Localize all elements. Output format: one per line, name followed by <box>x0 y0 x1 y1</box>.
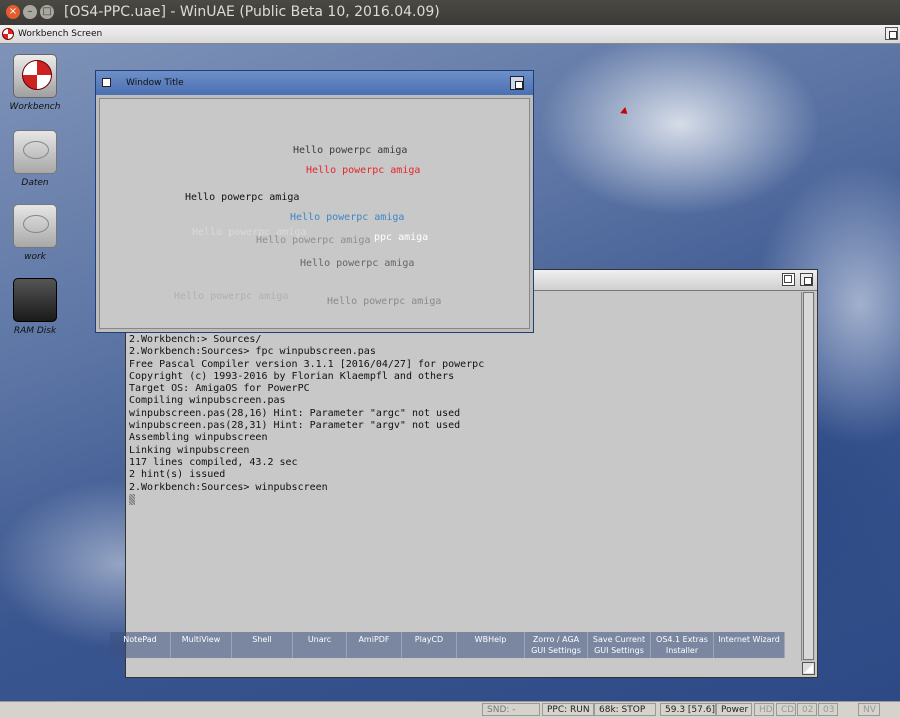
console-line: 2 hint(s) issued <box>129 469 226 481</box>
hello-text: Hello powerpc amiga <box>290 212 405 223</box>
vertical-scrollbar[interactable] <box>801 292 815 661</box>
hello-text: Hello powerpc amiga <box>306 165 421 176</box>
harddisk-icon <box>13 130 57 174</box>
dock-item-playcd[interactable]: PlayCD <box>402 632 457 658</box>
desktop-icon-label: Workbench <box>9 102 61 112</box>
console-line: Assembling winpubscreen <box>129 432 268 444</box>
desktop-icon-daten[interactable]: Daten <box>0 130 70 188</box>
pubscreen-window[interactable]: Window Title Hello powerpc amiga Hello p… <box>95 70 534 333</box>
text-cursor <box>129 493 135 505</box>
dock-item-unarc[interactable]: Unarc <box>293 632 347 658</box>
console-line: Compiling winpubscreen.pas <box>129 395 286 407</box>
console-line: 2.Workbench:> Sources/ <box>129 334 262 345</box>
hello-text: Hello powerpc amiga <box>256 235 371 246</box>
dock-item-internet-wizard[interactable]: Internet Wizard <box>714 632 785 658</box>
workbench-ball-icon <box>13 54 57 98</box>
nv-led: NV <box>858 703 880 716</box>
resize-gadget-icon[interactable] <box>802 662 815 675</box>
console-line: Copyright (c) 1993-2016 by Florian Klaem… <box>129 370 455 382</box>
dock-item-save-gui-settings[interactable]: Save Current GUI Settings <box>588 632 651 658</box>
hello-text: Hello powerpc amiga <box>327 296 442 307</box>
zoom-gadget-icon[interactable] <box>782 273 795 286</box>
desktop-icon-label: Daten <box>21 178 49 188</box>
hello-text: Hello powerpc amiga <box>174 291 289 302</box>
drive-02-led: 02 <box>797 703 817 716</box>
workbench-desktop: Workbench Daten work RAM Disk 2.Workbenc… <box>0 44 900 701</box>
depth-gadget-icon[interactable] <box>510 76 524 90</box>
console-line: 117 lines compiled, 43.2 sec <box>129 456 298 468</box>
depth-gadget-icon[interactable] <box>800 273 813 286</box>
desktop-icon-workbench[interactable]: Workbench <box>0 54 70 112</box>
desktop-icon-label: work <box>24 252 46 262</box>
console-line: 2.Workbench:Sources> winpubscreen <box>129 481 328 493</box>
close-gadget-icon[interactable] <box>102 78 111 87</box>
console-line: winpubscreen.pas(28,16) Hint: Parameter … <box>129 407 461 419</box>
mouse-pointer-icon <box>620 107 630 117</box>
hd-led: HD <box>754 703 774 716</box>
hello-text: Hello powerpc amiga <box>293 145 408 156</box>
workbench-screen-bar[interactable]: Workbench Screen <box>0 25 900 44</box>
host-titlebar: × – □ [OS4-PPC.uae] - WinUAE (Public Bet… <box>0 0 900 25</box>
maximize-window-icon[interactable]: □ <box>40 5 54 19</box>
shell-console[interactable]: 2.Workbench:> Sources/2.Workbench:Source… <box>129 334 799 673</box>
window-title: Window Title <box>126 78 184 88</box>
dock-item-notepad[interactable]: NotePad <box>110 632 171 658</box>
amiga-boing-ball-icon <box>2 28 14 40</box>
dock-item-amipdf[interactable]: AmiPDF <box>347 632 402 658</box>
dock-item-zorro-aga-settings[interactable]: Zorro / AGA GUI Settings <box>525 632 588 658</box>
harddisk-icon <box>13 204 57 248</box>
window-titlebar[interactable]: Window Title <box>96 71 533 95</box>
screen-depth-gadget-icon[interactable] <box>885 27 898 40</box>
desktop-icon-work[interactable]: work <box>0 204 70 262</box>
minimize-window-icon[interactable]: – <box>23 5 37 19</box>
drive-03-led: 03 <box>818 703 838 716</box>
hello-text: ppc amiga <box>374 232 429 243</box>
console-line: winpubscreen.pas(28,31) Hint: Parameter … <box>129 420 461 432</box>
console-line: 2.Workbench:Sources> fpc winpubscreen.pa… <box>129 346 376 358</box>
ppc-status: PPC: RUN <box>542 703 594 716</box>
dock-item-shell[interactable]: Shell <box>232 632 293 658</box>
scrollbar-knob[interactable] <box>803 292 814 660</box>
screen-title: Workbench Screen <box>18 29 103 39</box>
console-line: Target OS: AmigaOS for PowerPC <box>129 383 310 395</box>
hello-text: Hello powerpc amiga <box>185 192 300 203</box>
host-window-title: [OS4-PPC.uae] - WinUAE (Public Beta 10, … <box>64 4 440 20</box>
sound-status: SND: - <box>482 703 540 716</box>
power-status: Power <box>716 703 752 716</box>
emulator-status-bar: SND: - PPC: RUN 68k: STOP 59.3 [57.6] Po… <box>0 701 900 718</box>
ramdisk-icon <box>13 278 57 322</box>
desktop-icon-ram-disk[interactable]: RAM Disk <box>0 278 70 336</box>
close-window-icon[interactable]: × <box>6 5 20 19</box>
ambient-dock: NotePad MultiView Shell Unarc AmiPDF Pla… <box>110 632 785 658</box>
window-content: Hello powerpc amiga Hello powerpc amiga … <box>99 98 530 329</box>
console-line: Linking winpubscreen <box>129 444 250 456</box>
68k-status: 68k: STOP <box>594 703 656 716</box>
dock-item-wbhelp[interactable]: WBHelp <box>457 632 525 658</box>
fps-status: 59.3 [57.6] <box>660 703 716 716</box>
dock-item-os41-extras-installer[interactable]: OS4.1 Extras Installer <box>651 632 714 658</box>
console-line: Free Pascal Compiler version 3.1.1 [2016… <box>129 358 485 370</box>
cd-led: CD <box>776 703 796 716</box>
hello-text: Hello powerpc amiga <box>300 258 415 269</box>
dock-item-multiview[interactable]: MultiView <box>171 632 232 658</box>
desktop-icon-label: RAM Disk <box>13 326 57 336</box>
